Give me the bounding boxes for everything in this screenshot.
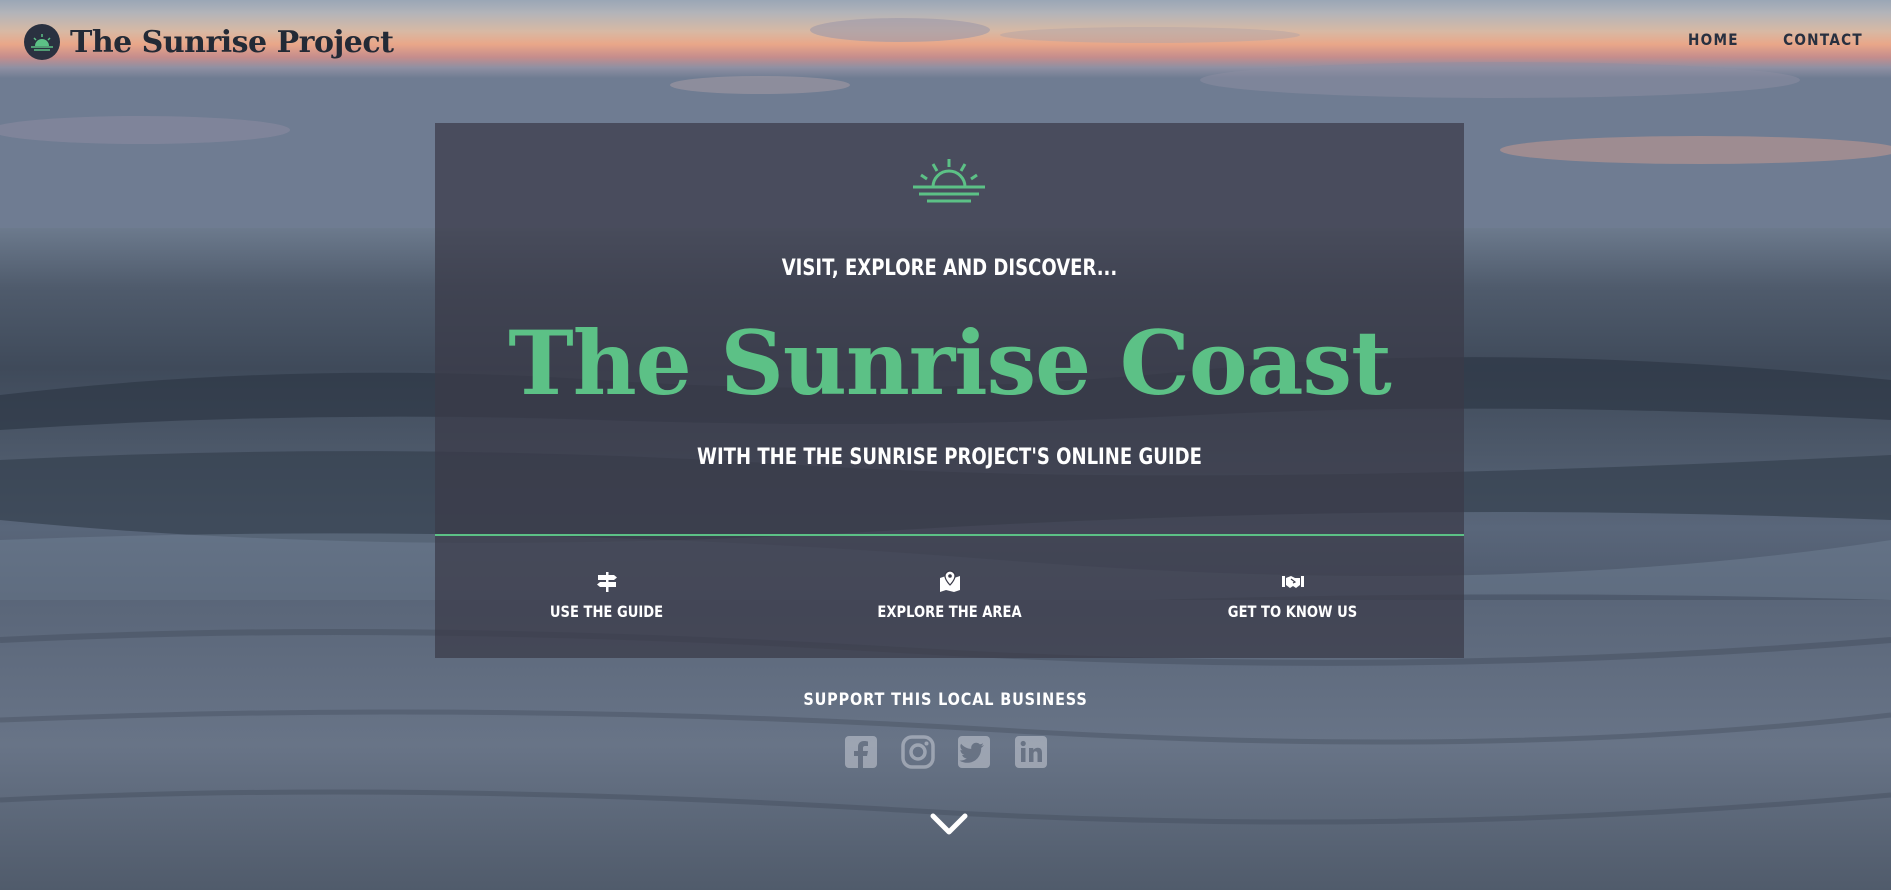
hero-kicker: VISIT, EXPLORE AND DISCOVER...	[528, 256, 1372, 281]
hero-features: USE THE GUIDE EXPLORE THE AREA GET TO KN…	[435, 536, 1464, 658]
feature-label: EXPLORE THE AREA	[877, 602, 1022, 621]
handshake-icon	[1281, 576, 1304, 588]
page: The Sunrise Project HOME CONTACT VISIT, …	[0, 0, 1891, 890]
linkedin-icon[interactable]	[1013, 734, 1049, 770]
signpost-icon	[596, 572, 617, 592]
feature-get-to-know-us[interactable]: GET TO KNOW US	[1121, 536, 1464, 658]
tagline-bold: THE SUNRISE PROJECT'S ONLINE GUIDE	[803, 445, 1202, 470]
brand-name: The Sunrise Project	[70, 24, 394, 60]
feature-label: USE THE GUIDE	[549, 602, 664, 621]
instagram-icon[interactable]	[900, 734, 936, 770]
chevron-down-icon[interactable]	[929, 808, 969, 840]
feature-label: GET TO KNOW US	[1227, 602, 1358, 621]
hero-tagline: WITH THE THE SUNRISE PROJECT'S ONLINE GU…	[528, 445, 1372, 470]
nav-contact-link[interactable]: CONTACT	[1783, 30, 1863, 49]
feature-explore-the-area[interactable]: EXPLORE THE AREA	[778, 536, 1121, 658]
twitter-icon[interactable]	[956, 734, 992, 770]
brand-link[interactable]: The Sunrise Project	[24, 24, 394, 60]
map-marker-icon	[939, 570, 960, 592]
hero-panel: VISIT, EXPLORE AND DISCOVER... The Sunri…	[435, 123, 1464, 658]
hero-heading-area: VISIT, EXPLORE AND DISCOVER... The Sunri…	[435, 123, 1464, 534]
kicker-plain: VISIT, EXPLORE AND	[781, 256, 994, 281]
nav-home-link[interactable]: HOME	[1688, 30, 1739, 49]
hero-title: The Sunrise Coast	[508, 311, 1392, 415]
top-nav: The Sunrise Project HOME CONTACT	[0, 0, 1891, 86]
social-links	[843, 734, 1049, 772]
feature-use-the-guide[interactable]: USE THE GUIDE	[435, 536, 778, 658]
tagline-plain: WITH THE	[697, 445, 804, 470]
sunrise-logo-icon	[24, 24, 60, 60]
support-heading: SUPPORT THIS LOCAL BUSINESS	[803, 690, 1088, 710]
facebook-icon[interactable]	[843, 734, 879, 770]
sunrise-icon	[913, 159, 985, 203]
main-menu: HOME CONTACT	[1649, 30, 1863, 49]
kicker-bold: DISCOVER...	[993, 256, 1118, 281]
